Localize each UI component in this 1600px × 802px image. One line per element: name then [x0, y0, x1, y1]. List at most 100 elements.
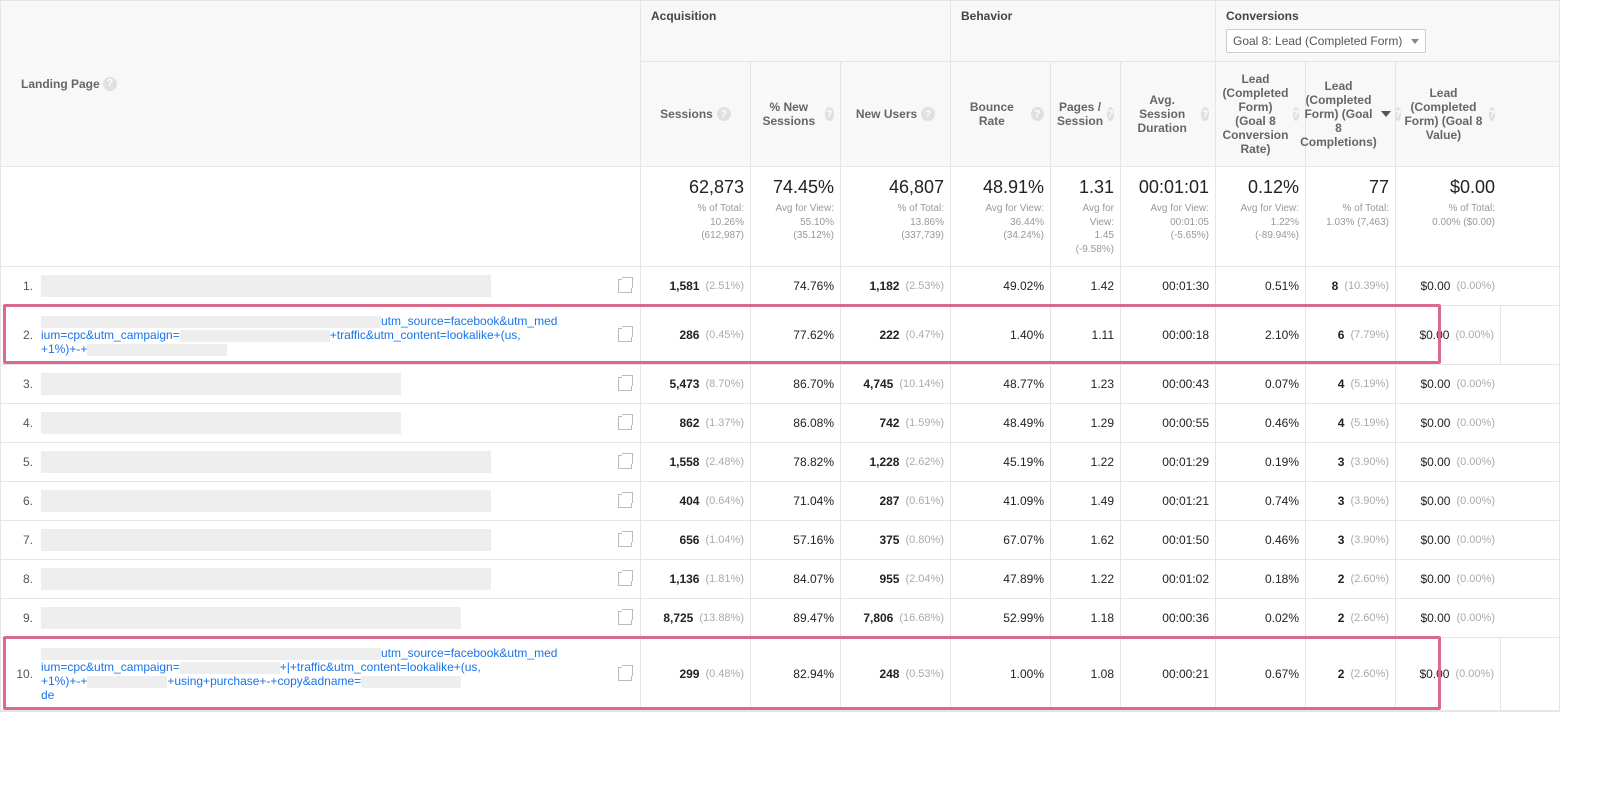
- help-icon[interactable]: ?: [1489, 107, 1495, 121]
- help-icon[interactable]: ?: [1031, 107, 1044, 121]
- cell-duration: 00:01:29: [1121, 443, 1216, 481]
- group-conversions: Conversions Goal 8: Lead (Completed Form…: [1216, 1, 1559, 61]
- redacted-landing-page: [41, 412, 401, 434]
- cell-bounce: 52.99%: [951, 599, 1051, 637]
- cell-duration: 00:00:21: [1121, 638, 1216, 710]
- table-row: 6.404(0.64%)71.04%287(0.61%)41.09%1.4900…: [1, 482, 1559, 521]
- open-external-icon[interactable]: [618, 377, 632, 391]
- col-pages-per-session[interactable]: Pages / Session?: [1051, 62, 1121, 166]
- cell-sessions: 5,473(8.70%): [641, 365, 751, 403]
- col-goal-completions[interactable]: Lead (Completed Form) (Goal 8 Completion…: [1306, 62, 1396, 166]
- landing-page-cell[interactable]: [41, 275, 610, 297]
- group-behavior: Behavior: [951, 1, 1216, 61]
- cell-duration: 00:01:21: [1121, 482, 1216, 520]
- landing-page-link[interactable]: utm_source=facebook&utm_medium=cpc&utm_c…: [41, 314, 557, 356]
- cell-goal-completions: 2(2.60%): [1306, 599, 1396, 637]
- cell-goal-completions: 4(5.19%): [1306, 404, 1396, 442]
- landing-page-cell[interactable]: utm_source=facebook&utm_medium=cpc&utm_c…: [41, 646, 610, 702]
- col-new-users[interactable]: New Users?: [841, 62, 951, 166]
- col-new-sessions-pct[interactable]: % New Sessions?: [751, 62, 841, 166]
- cell-new-users: 1,182(2.53%): [841, 267, 951, 305]
- open-external-icon[interactable]: [618, 328, 632, 342]
- report-table: Landing Page ? Acquisition Behavior Conv…: [0, 0, 1560, 712]
- cell-new-pct: 71.04%: [751, 482, 841, 520]
- landing-page-cell[interactable]: [41, 568, 610, 590]
- help-icon[interactable]: ?: [1201, 107, 1209, 121]
- cell-new-users: 7,806(16.68%): [841, 599, 951, 637]
- cell-bounce: 45.19%: [951, 443, 1051, 481]
- cell-duration: 00:00:36: [1121, 599, 1216, 637]
- table-row: 10.utm_source=facebook&utm_medium=cpc&ut…: [1, 638, 1559, 711]
- landing-page-cell[interactable]: [41, 607, 610, 629]
- help-icon[interactable]: ?: [1107, 107, 1114, 121]
- goal-selector[interactable]: Goal 8: Lead (Completed Form): [1226, 29, 1426, 53]
- cell-duration: 00:01:30: [1121, 267, 1216, 305]
- help-icon[interactable]: ?: [921, 107, 935, 121]
- help-icon[interactable]: ?: [717, 107, 731, 121]
- redacted-landing-page: [41, 451, 491, 473]
- cell-goal-completions: 3(3.90%): [1306, 521, 1396, 559]
- summary-new-pct: 74.45% Avg for View: 55.10% (35.12%): [751, 167, 841, 266]
- cell-sessions: 299(0.48%): [641, 638, 751, 710]
- cell-pps: 1.08: [1051, 638, 1121, 710]
- cell-new-pct: 78.82%: [751, 443, 841, 481]
- data-rows: 1.1,581(2.51%)74.76%1,182(2.53%)49.02%1.…: [1, 267, 1559, 711]
- help-icon[interactable]: ?: [825, 107, 834, 121]
- cell-duration: 00:01:02: [1121, 560, 1216, 598]
- cell-goal-completions: 8(10.39%): [1306, 267, 1396, 305]
- col-avg-session-duration[interactable]: Avg. Session Duration?: [1121, 62, 1216, 166]
- help-icon[interactable]: ?: [103, 77, 117, 91]
- cell-goal-rate: 0.51%: [1216, 267, 1306, 305]
- cell-new-pct: 89.47%: [751, 599, 841, 637]
- landing-page-cell[interactable]: [41, 373, 610, 395]
- summary-sessions: 62,873 % of Total: 10.26% (612,987): [641, 167, 751, 266]
- landing-page-cell[interactable]: [41, 529, 610, 551]
- col-bounce-rate[interactable]: Bounce Rate?: [951, 62, 1051, 166]
- table-row: 5.1,558(2.48%)78.82%1,228(2.62%)45.19%1.…: [1, 443, 1559, 482]
- cell-sessions: 656(1.04%): [641, 521, 751, 559]
- cell-goal-rate: 0.67%: [1216, 638, 1306, 710]
- landing-page-link[interactable]: utm_source=facebook&utm_medium=cpc&utm_c…: [41, 646, 557, 702]
- cell-goal-value: $0.00(0.00%): [1396, 365, 1501, 403]
- cell-sessions: 1,581(2.51%): [641, 267, 751, 305]
- cell-new-pct: 86.70%: [751, 365, 841, 403]
- landing-page-cell[interactable]: [41, 451, 610, 473]
- cell-goal-value: $0.00(0.00%): [1396, 560, 1501, 598]
- cell-pps: 1.22: [1051, 443, 1121, 481]
- landing-page-cell[interactable]: [41, 412, 610, 434]
- table-row: 8.1,136(1.81%)84.07%955(2.04%)47.89%1.22…: [1, 560, 1559, 599]
- cell-bounce: 41.09%: [951, 482, 1051, 520]
- cell-pps: 1.23: [1051, 365, 1121, 403]
- open-external-icon[interactable]: [618, 279, 632, 293]
- cell-new-users: 287(0.61%): [841, 482, 951, 520]
- cell-goal-rate: 0.46%: [1216, 521, 1306, 559]
- col-sessions[interactable]: Sessions?: [641, 62, 751, 166]
- open-external-icon[interactable]: [618, 667, 632, 681]
- cell-pps: 1.49: [1051, 482, 1121, 520]
- column-headers: Sessions? % New Sessions? New Users? Bou…: [641, 62, 1559, 166]
- open-external-icon[interactable]: [618, 611, 632, 625]
- cell-goal-value: $0.00(0.00%): [1396, 638, 1501, 710]
- col-goal-conversion-rate[interactable]: Lead (Completed Form) (Goal 8 Conversion…: [1216, 62, 1306, 166]
- open-external-icon[interactable]: [618, 416, 632, 430]
- cell-goal-completions: 2(2.60%): [1306, 560, 1396, 598]
- dimension-header[interactable]: Landing Page ?: [1, 1, 641, 166]
- open-external-icon[interactable]: [618, 533, 632, 547]
- help-icon[interactable]: ?: [1293, 107, 1299, 121]
- cell-goal-value: $0.00(0.00%): [1396, 521, 1501, 559]
- cell-new-pct: 77.62%: [751, 306, 841, 364]
- row-index: 1.: [13, 279, 33, 293]
- cell-new-users: 4,745(10.14%): [841, 365, 951, 403]
- cell-bounce: 48.77%: [951, 365, 1051, 403]
- cell-goal-completions: 3(3.90%): [1306, 443, 1396, 481]
- landing-page-cell[interactable]: [41, 490, 610, 512]
- open-external-icon[interactable]: [618, 455, 632, 469]
- col-goal-value[interactable]: Lead (Completed Form) (Goal 8 Value)?: [1396, 62, 1501, 166]
- landing-page-cell[interactable]: utm_source=facebook&utm_medium=cpc&utm_c…: [41, 314, 610, 356]
- open-external-icon[interactable]: [618, 494, 632, 508]
- open-external-icon[interactable]: [618, 572, 632, 586]
- cell-new-pct: 84.07%: [751, 560, 841, 598]
- cell-sessions: 286(0.45%): [641, 306, 751, 364]
- redacted-landing-page: [41, 275, 491, 297]
- goal-selector-value: Goal 8: Lead (Completed Form): [1233, 34, 1402, 48]
